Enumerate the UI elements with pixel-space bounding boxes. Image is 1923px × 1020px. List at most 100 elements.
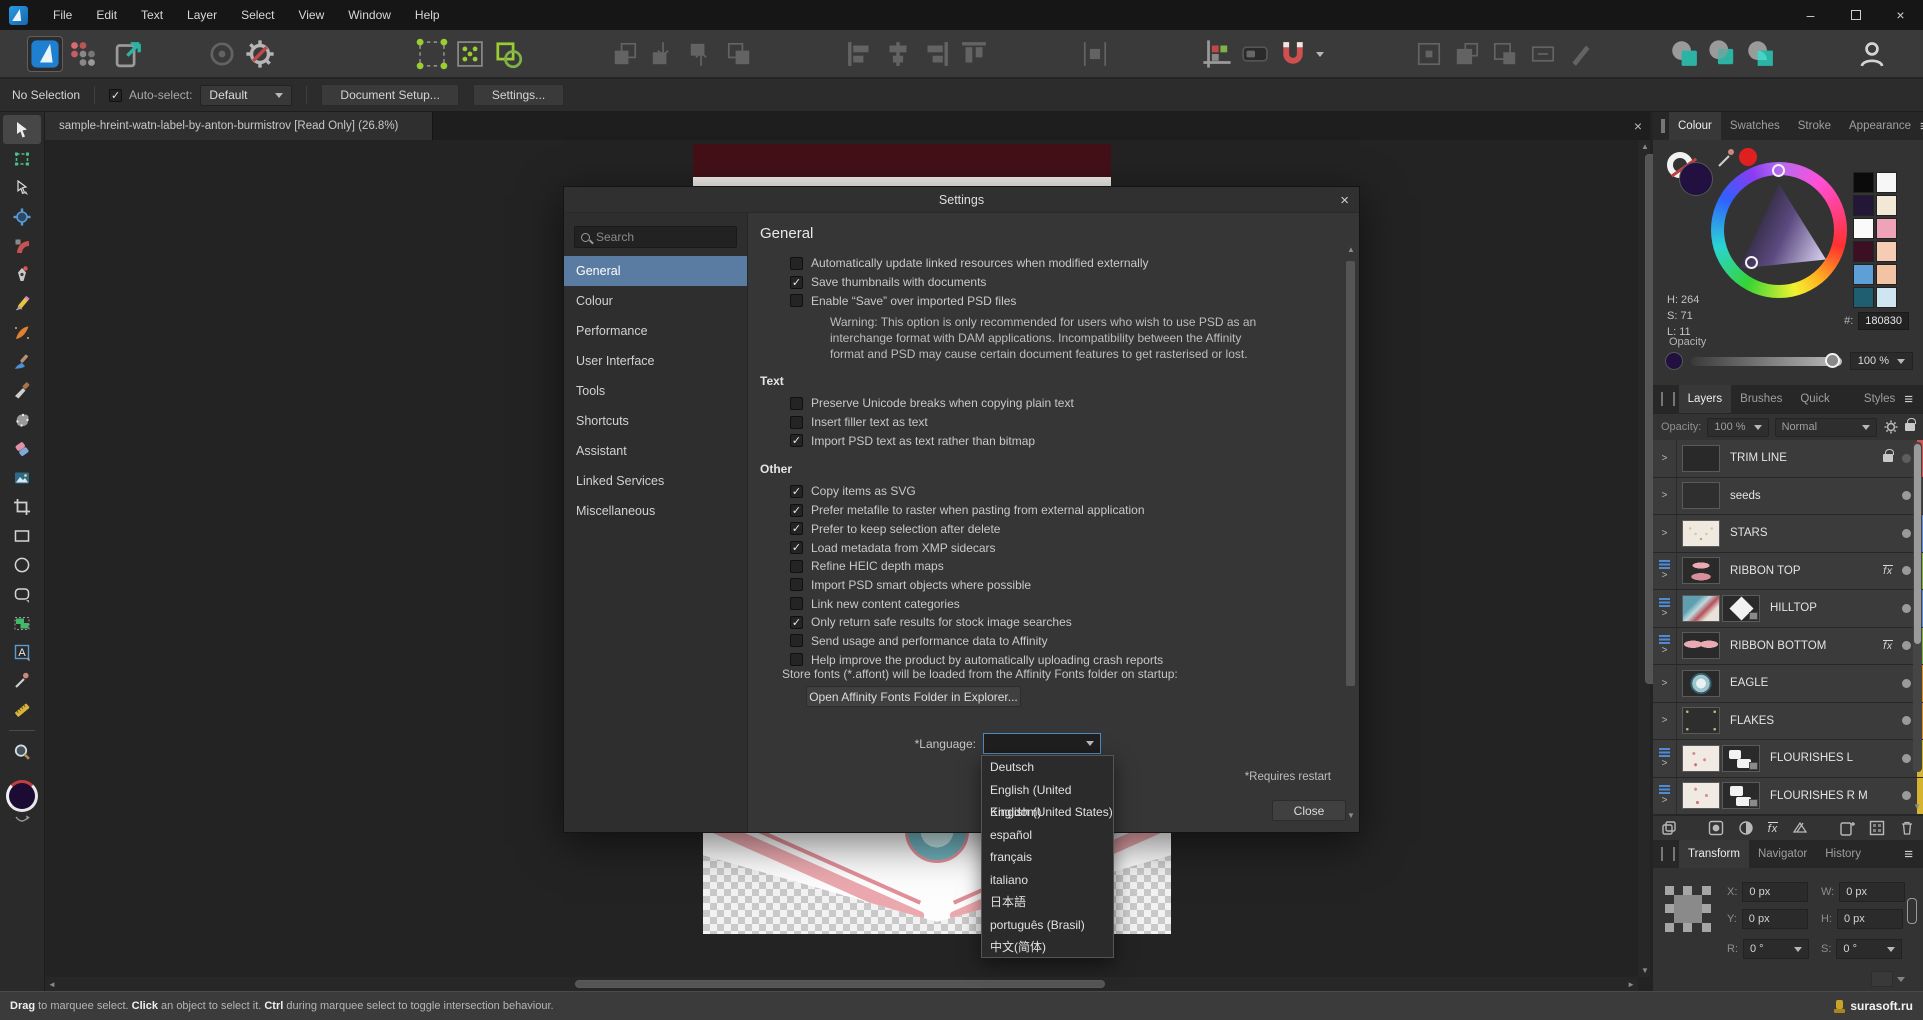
pixel-alignment-icon[interactable] (1200, 37, 1234, 71)
layer-expand[interactable]: > (1653, 440, 1677, 477)
expand-icon[interactable]: > (1662, 758, 1668, 769)
rotation-input[interactable]: 0 ° (1743, 939, 1809, 959)
fx-icon[interactable]: fx (1883, 565, 1893, 577)
layer-row[interactable]: > FLOURISHES L (1653, 740, 1923, 778)
scroll-down-icon[interactable]: ▼ (1641, 966, 1649, 975)
checkbox[interactable] (790, 597, 803, 610)
checkbox[interactable] (790, 522, 803, 535)
layer-name[interactable]: STARS (1730, 527, 1768, 539)
opacity-slider[interactable] (1691, 357, 1842, 366)
swatch[interactable] (1876, 241, 1897, 262)
w-input[interactable]: 0 px (1839, 882, 1905, 902)
menu-help[interactable]: Help (403, 0, 452, 30)
shape-builder-tool[interactable] (3, 608, 41, 637)
mask-layer-icon[interactable] (1708, 820, 1724, 836)
warp-mesh-tool[interactable] (3, 405, 41, 434)
expand-icon[interactable]: > (1662, 715, 1668, 726)
erase-tool[interactable] (3, 434, 41, 463)
tabbar-close-icon[interactable]: × (1634, 118, 1642, 134)
tab-layers[interactable]: Layers (1679, 385, 1732, 413)
layers-scroll-down-icon[interactable]: ▼ (1913, 802, 1921, 811)
panel-grip[interactable] (1661, 847, 1675, 861)
vector-crop-tool[interactable] (3, 492, 41, 521)
snapping-caret-icon[interactable] (1316, 52, 1324, 57)
minimize-button[interactable]: – (1788, 0, 1833, 30)
language-option-portugues[interactable]: português (Brasil) (982, 914, 1113, 937)
node-tool[interactable] (3, 173, 41, 202)
export-persona-button[interactable] (112, 37, 146, 71)
visibility-dot-icon[interactable] (1902, 529, 1911, 538)
horizontal-scrollbar[interactable]: ◄ ► (45, 977, 1638, 991)
checkbox[interactable] (790, 616, 803, 629)
tab-quick-fx[interactable]: Quick FX (1791, 385, 1855, 413)
dialog-scroll-thumb[interactable] (1346, 261, 1355, 686)
layer-name[interactable]: FLOURISHES L (1770, 752, 1853, 764)
account-icon[interactable] (1855, 37, 1889, 71)
layer-row[interactable]: > RIBBON TOP fx (1653, 553, 1923, 591)
layer-name[interactable]: FLAKES (1730, 715, 1774, 727)
picked-colour-swatch[interactable] (1739, 148, 1757, 166)
layer-thumbnail[interactable] (1682, 520, 1720, 547)
open-fonts-folder-button[interactable]: Open Affinity Fonts Folder in Explorer..… (806, 686, 1021, 707)
layer-mask-thumbnail[interactable] (1722, 595, 1760, 622)
colour-picker-tool[interactable] (3, 666, 41, 695)
boolean-subtract-icon[interactable] (1706, 37, 1740, 71)
auto-select-checkbox[interactable] (109, 89, 122, 102)
anchor-point-selector[interactable] (1665, 886, 1711, 932)
sidebar-item-colour[interactable]: Colour (564, 286, 747, 316)
menu-view[interactable]: View (286, 0, 336, 30)
gear-icon[interactable] (243, 37, 277, 71)
document-setup-button[interactable]: Document Setup... (321, 84, 458, 106)
layer-name[interactable]: EAGLE (1730, 677, 1768, 689)
dialog-close-icon[interactable]: × (1340, 187, 1349, 213)
duplicate-layer-icon[interactable] (1661, 820, 1677, 836)
paint-brush-tool[interactable] (3, 347, 41, 376)
tab-stroke[interactable]: Stroke (1789, 112, 1840, 140)
expand-icon[interactable]: > (1662, 490, 1668, 501)
panel-menu-icon[interactable]: ≡ (1904, 391, 1913, 408)
expand-icon[interactable]: > (1662, 528, 1668, 539)
swatch[interactable] (1853, 172, 1874, 193)
fill-stroke-selector[interactable] (1667, 152, 1711, 192)
opacity-slider-knob[interactable] (1825, 353, 1840, 368)
colour-selector[interactable] (6, 780, 38, 812)
visibility-dot-icon[interactable] (1902, 754, 1911, 763)
panel-menu-icon[interactable]: ≡ (1904, 846, 1913, 863)
layer-expand[interactable]: > (1653, 778, 1677, 815)
layer-expand[interactable]: > (1653, 665, 1677, 702)
layer-row[interactable]: > HILLTOP (1653, 590, 1923, 628)
pixel-persona-button[interactable] (66, 37, 100, 71)
auto-select-dropdown[interactable]: Default (200, 85, 292, 106)
shade-selector[interactable] (1745, 256, 1758, 269)
menu-layer[interactable]: Layer (175, 0, 229, 30)
add-pixel-layer-icon[interactable] (1869, 820, 1885, 836)
pixel-grid-icon[interactable] (453, 37, 487, 71)
language-option-espanol[interactable]: español (982, 824, 1113, 847)
pen-tool[interactable] (3, 260, 41, 289)
horizontal-scroll-thumb[interactable] (575, 980, 1105, 988)
checkbox[interactable] (790, 434, 803, 447)
tab-history[interactable]: History (1816, 840, 1870, 868)
eyedropper-icon[interactable] (1715, 148, 1737, 170)
scroll-right-icon[interactable]: ► (1627, 980, 1635, 989)
swatch[interactable] (1853, 195, 1874, 216)
opacity-value-field[interactable]: 100 % (1850, 352, 1913, 370)
visibility-dot-icon[interactable] (1902, 566, 1911, 575)
artboard-tool[interactable] (3, 144, 41, 173)
layer-expand[interactable]: > (1653, 740, 1677, 777)
layer-thumbnail[interactable] (1682, 557, 1720, 584)
layer-thumbnail[interactable] (1682, 670, 1720, 697)
link-dimensions-icon[interactable] (1907, 898, 1917, 924)
checkbox[interactable] (790, 504, 803, 517)
layer-thumbnail[interactable] (1682, 632, 1720, 659)
layer-row[interactable]: > TRIM LINE (1653, 440, 1923, 478)
language-option-japanese[interactable]: 日本語 (982, 891, 1113, 914)
layer-expand[interactable]: > (1653, 515, 1677, 552)
layer-row[interactable]: > FLOURISHES R M (1653, 778, 1923, 816)
checkbox[interactable] (790, 634, 803, 647)
move-tool[interactable] (3, 115, 41, 144)
layer-name[interactable]: TRIM LINE (1730, 452, 1787, 464)
document-tab[interactable]: sample-hreint-watn-label-by-anton-burmis… (45, 112, 433, 140)
expand-icon[interactable]: > (1662, 608, 1668, 619)
settings-toolbar-button[interactable]: Settings... (473, 84, 564, 106)
